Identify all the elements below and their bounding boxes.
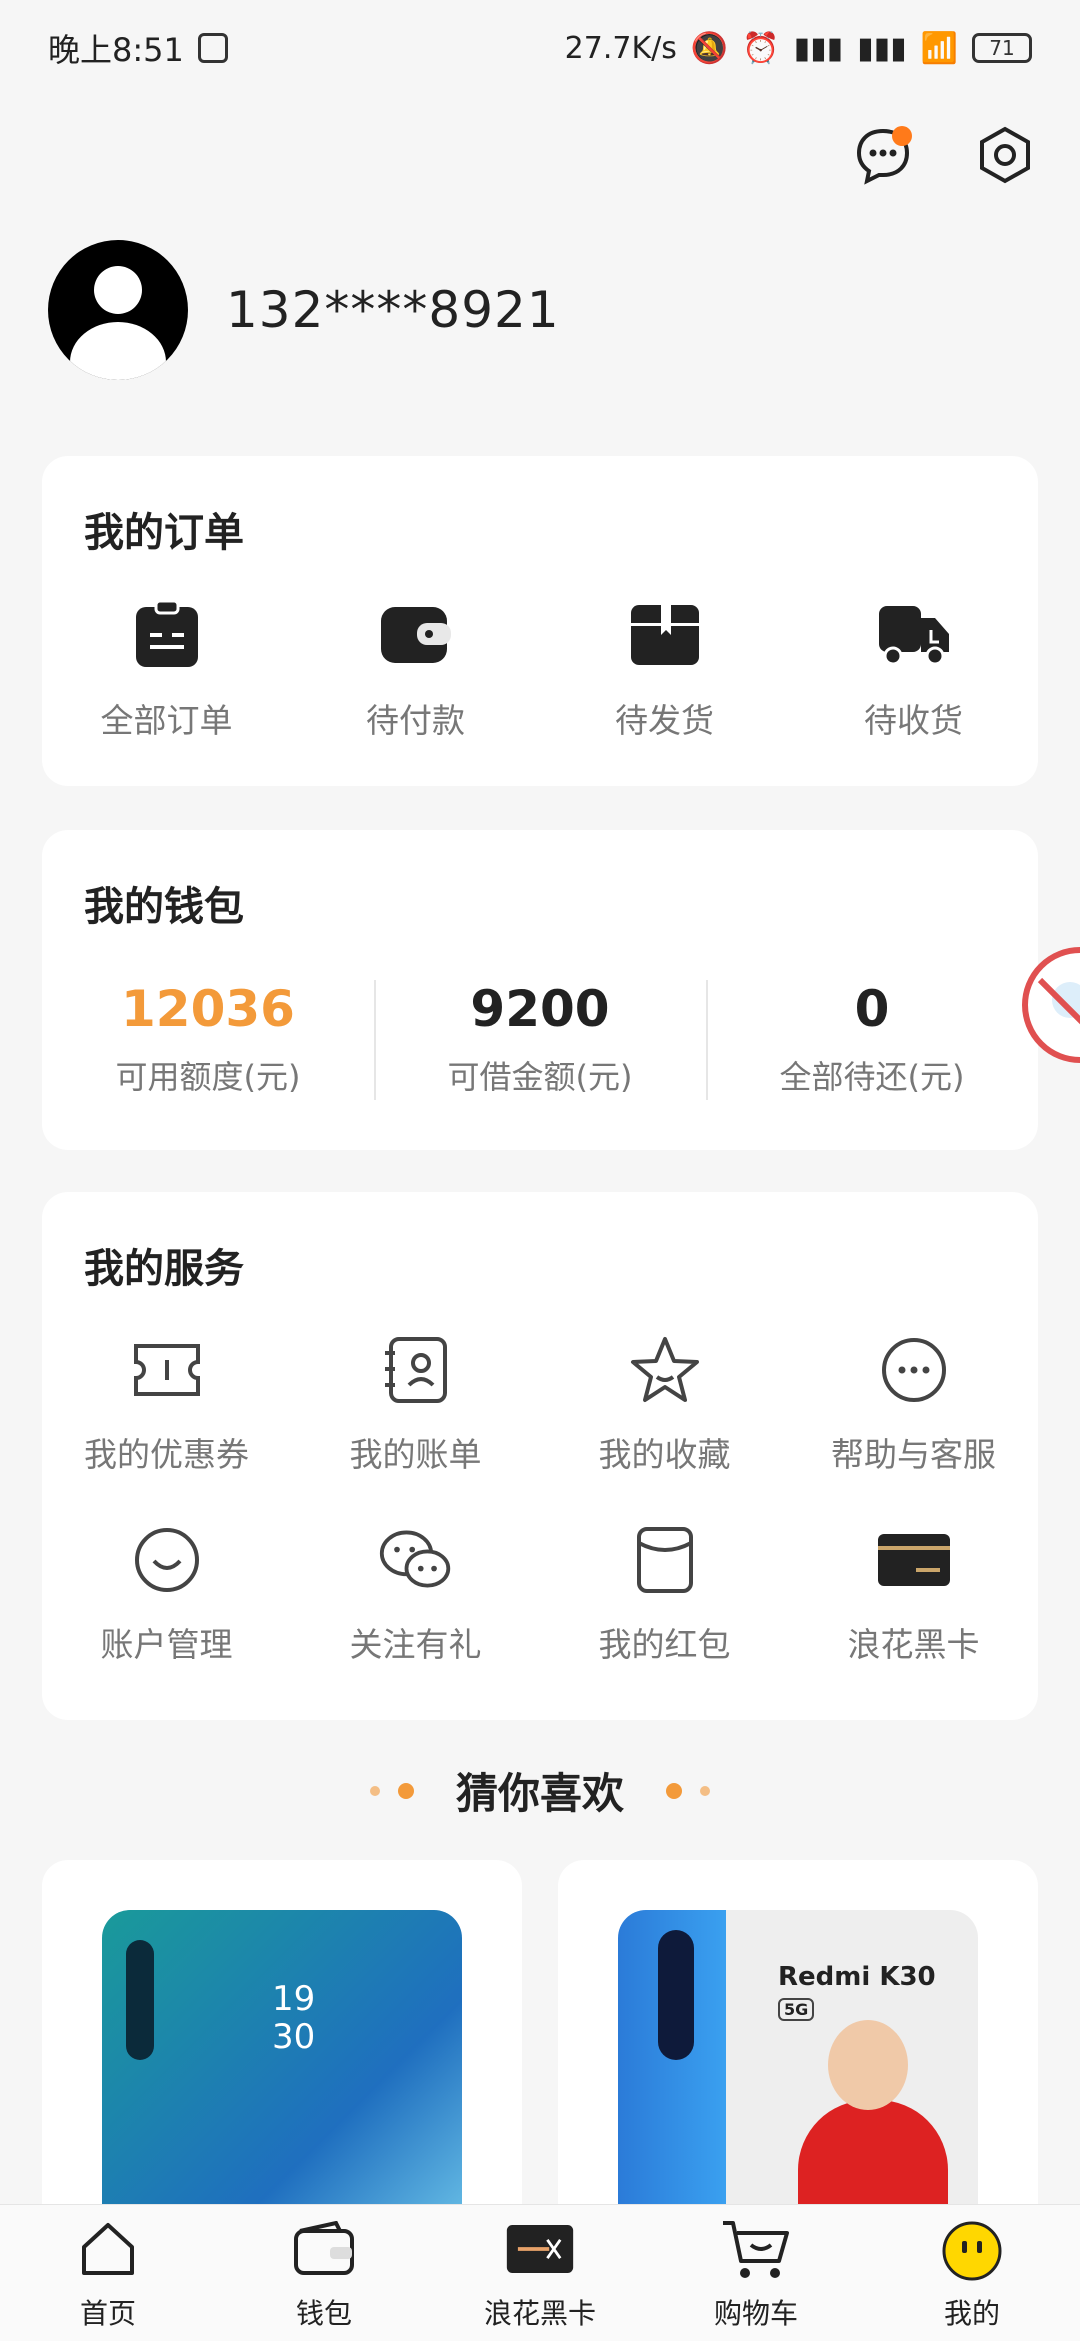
wallet-icon: [289, 2214, 359, 2284]
order-pending-receipt[interactable]: 待收货: [794, 596, 1034, 742]
settings-icon: [980, 126, 1030, 184]
mute-icon: 🔕: [690, 30, 729, 66]
tab-cart-label: 购物车: [713, 2297, 798, 2330]
service-help[interactable]: 帮助与客服: [789, 1332, 1038, 1476]
bill-icon: [378, 1332, 454, 1408]
order-all-label: 全部订单: [100, 701, 233, 740]
wallet-icon: [378, 596, 454, 672]
blackcard-icon: [505, 2214, 575, 2284]
service-blackcard[interactable]: 浪花黑卡: [789, 1522, 1038, 1666]
redpacket-icon: [627, 1522, 703, 1598]
wallet-available-value: 12036: [121, 980, 295, 1038]
decor-dot: [369, 1785, 380, 1796]
order-pending-shipment[interactable]: 待发货: [545, 596, 785, 742]
status-bar: 晚上8:51 27.7K/s 🔕 ⏰ ▮▮▮ ▮▮▮ 📶 71: [0, 0, 1080, 96]
service-follow-label: 关注有礼: [349, 1625, 482, 1664]
wallet-title: 我的钱包: [84, 884, 244, 930]
wallet-available-label: 可用额度(元): [115, 1058, 301, 1096]
tab-wallet-label: 钱包: [295, 2297, 352, 2330]
floating-mascot-icon[interactable]: [1010, 940, 1080, 1070]
service-help-label: 帮助与客服: [831, 1435, 996, 1474]
service-account-label: 账户管理: [100, 1625, 233, 1664]
wallet-borrowable[interactable]: 9200 可借金额(元): [374, 980, 706, 1100]
wallet-borrowable-label: 可借金额(元): [447, 1058, 633, 1096]
profile-header: 132****8921: [48, 240, 560, 380]
truck-icon: [876, 596, 952, 672]
tab-wallet[interactable]: 钱包: [216, 2205, 432, 2341]
wifi-icon: 📶: [920, 30, 958, 66]
service-account[interactable]: 账户管理: [42, 1522, 291, 1666]
tab-cart[interactable]: 购物车: [648, 2205, 864, 2341]
order-all[interactable]: 全部订单: [47, 596, 287, 742]
product-card-1[interactable]: 19 30: [42, 1860, 522, 2260]
decor-dot: [666, 1782, 682, 1799]
service-follow[interactable]: 关注有礼: [291, 1522, 540, 1666]
service-favorites-label: 我的收藏: [598, 1435, 731, 1474]
app-notification-icon: [197, 33, 228, 63]
tab-profile[interactable]: 我的: [864, 2205, 1080, 2341]
service-coupons[interactable]: 我的优惠券: [42, 1332, 291, 1476]
signal-icon-2: ▮▮▮: [857, 30, 907, 66]
service-redpacket-label: 我的红包: [598, 1625, 731, 1664]
decor-dot: [397, 1782, 414, 1799]
avatar[interactable]: [48, 240, 188, 380]
tab-home[interactable]: 首页: [0, 2205, 216, 2341]
service-bill-label: 我的账单: [349, 1435, 482, 1474]
orders-title: 我的订单: [84, 510, 244, 556]
services-card: 我的服务 我的优惠券 我的账单 我的收藏 帮助与客服 账户管理 关注有礼 我的红…: [42, 1192, 1038, 1720]
alarm-icon: ⏰: [742, 30, 780, 66]
smile-icon: [129, 1522, 205, 1598]
signal-icon: ▮▮▮: [793, 30, 844, 66]
recommend-header: 猜你喜欢: [0, 1760, 1080, 1821]
blackcard-icon: [876, 1522, 952, 1598]
order-pending-receipt-label: 待收货: [864, 701, 963, 740]
profile-face-icon: [937, 2214, 1007, 2284]
service-coupons-label: 我的优惠券: [84, 1435, 249, 1474]
header-actions: [848, 120, 1040, 190]
bottom-tab-bar: 首页 钱包 浪花黑卡 购物车 我的: [0, 2204, 1080, 2341]
battery-icon: 71: [972, 33, 1032, 63]
status-time: 晚上8:51: [48, 31, 184, 69]
wallet-to-repay-label: 全部待还(元): [779, 1058, 965, 1096]
tab-profile-label: 我的: [943, 2297, 1000, 2330]
wallet-to-repay[interactable]: 0 全部待还(元): [706, 980, 1038, 1100]
recommend-title: 猜你喜欢: [455, 1769, 624, 1818]
wechat-icon: [378, 1522, 454, 1598]
service-blackcard-label: 浪花黑卡: [847, 1625, 980, 1664]
service-bill[interactable]: 我的账单: [291, 1332, 540, 1476]
wallet-borrowable-value: 9200: [470, 980, 610, 1038]
tab-blackcard[interactable]: 浪花黑卡: [432, 2205, 648, 2341]
battery-level: 71: [989, 36, 1015, 60]
tab-home-label: 首页: [79, 2297, 136, 2330]
settings-button[interactable]: [970, 120, 1040, 190]
order-pending-shipment-label: 待发货: [615, 701, 714, 740]
wallet-card: 我的钱包 12036 可用额度(元) 9200 可借金额(元) 0 全部待还(元…: [42, 830, 1038, 1150]
service-redpacket[interactable]: 我的红包: [540, 1522, 789, 1666]
wallet-available-credit[interactable]: 12036 可用额度(元): [42, 980, 374, 1098]
net-speed: 27.7K/s: [564, 30, 677, 66]
wallet-to-repay-value: 0: [854, 980, 890, 1038]
home-icon: [73, 2214, 143, 2284]
order-pending-payment[interactable]: 待付款: [296, 596, 536, 742]
notification-dot: [892, 126, 912, 146]
orders-card: 我的订单 全部订单 待付款 待发货 待收货: [42, 456, 1038, 786]
cart-icon: [721, 2214, 791, 2284]
service-favorites[interactable]: 我的收藏: [540, 1332, 789, 1476]
decor-dot: [700, 1785, 710, 1796]
clipboard-icon: [129, 596, 205, 672]
product-card-2[interactable]: Redmi K30 5G: [558, 1860, 1038, 2260]
box-icon: [627, 596, 703, 672]
order-pending-payment-label: 待付款: [366, 701, 465, 740]
tab-blackcard-label: 浪花黑卡: [483, 2297, 596, 2330]
user-phone: 132****8921: [226, 281, 560, 339]
coupon-icon: [129, 1332, 205, 1408]
star-icon: [627, 1332, 703, 1408]
message-button[interactable]: [848, 120, 918, 190]
services-title: 我的服务: [84, 1246, 244, 1292]
chat-icon: [876, 1332, 952, 1408]
